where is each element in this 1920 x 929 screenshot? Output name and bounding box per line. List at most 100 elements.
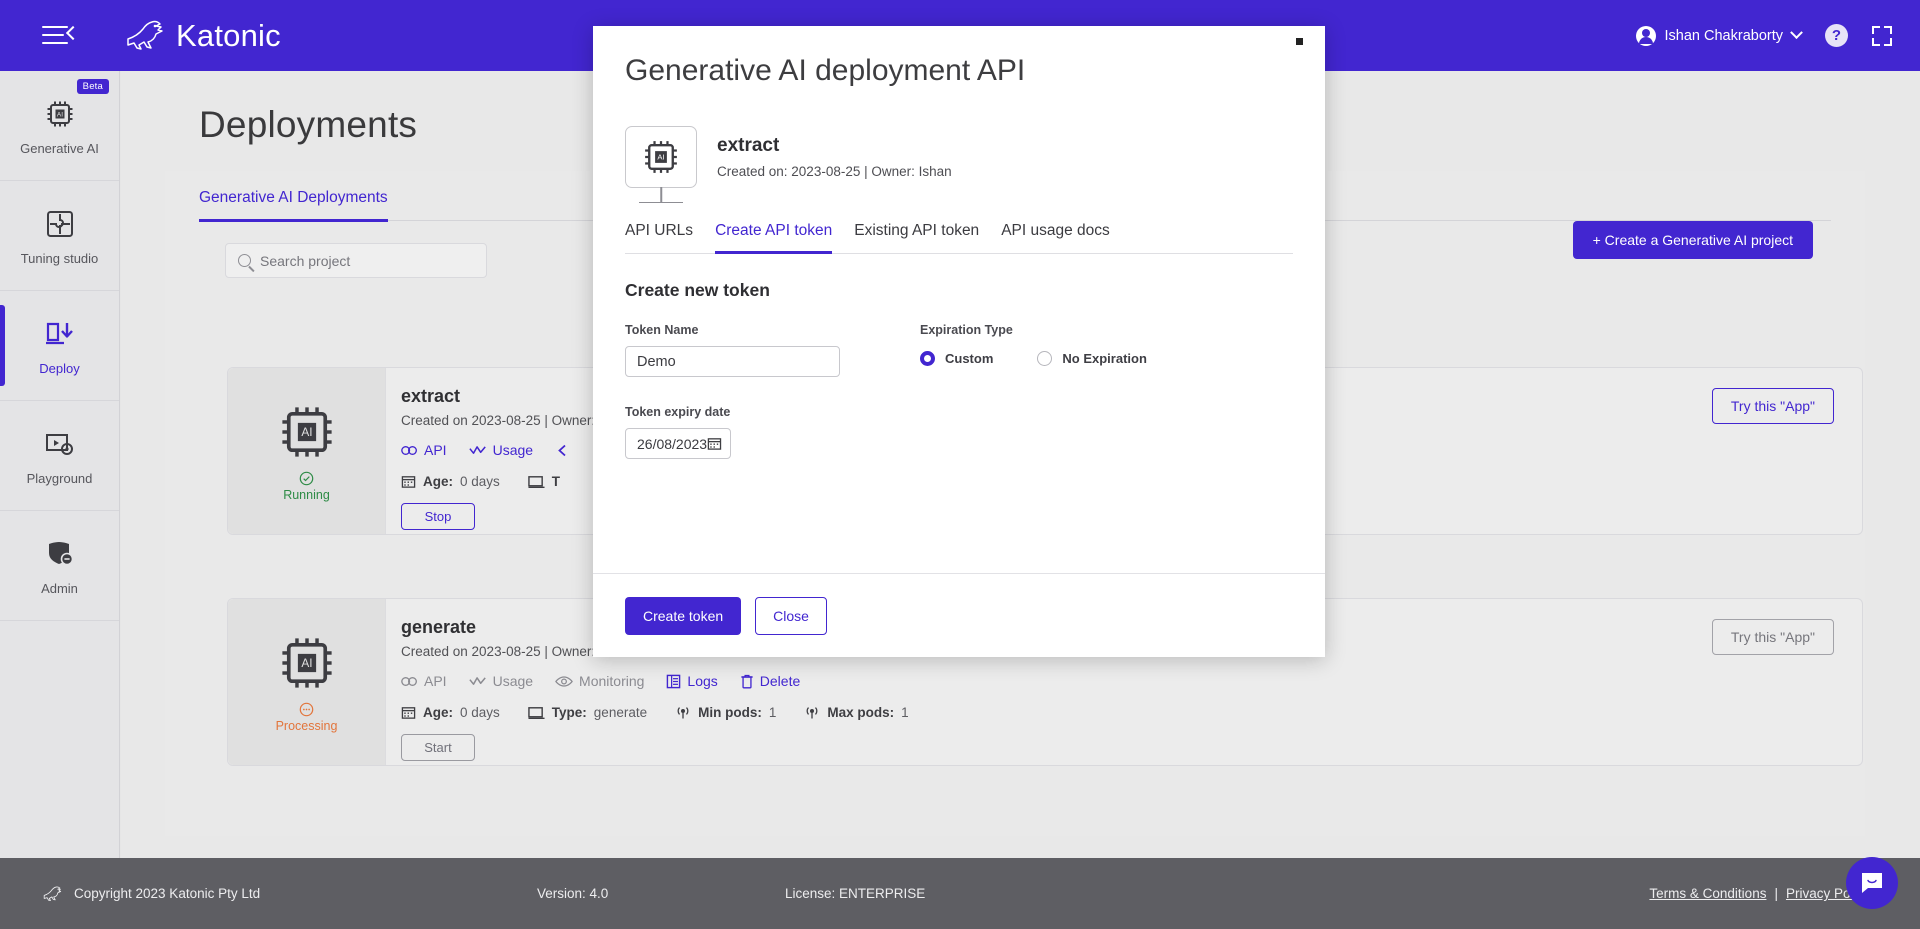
kangaroo-logo-icon [43,885,62,901]
brand-logo-group[interactable]: Katonic [124,18,281,54]
deployment-meta-items: Age: 0 days Type: generate Min pods: 1 M… [401,705,1862,720]
meta-value: 0 days [460,474,500,489]
deployment-action-button[interactable]: Stop [401,503,475,530]
meta-value: 1 [901,705,909,720]
token-name-label: Token Name [625,323,699,337]
modal-app-info: extract Created on: 2023-08-25 | Owner: … [717,135,952,179]
svg-text:AI: AI [56,112,62,119]
sidebar-item-label: Deploy [39,361,80,376]
meta-value: 1 [768,705,777,720]
status-label: Processing [275,718,338,733]
deployment-link-usage[interactable]: Usage [468,442,533,458]
meta-value: 0 days [460,705,500,720]
user-menu[interactable]: Ishan Chakraborty [1635,25,1803,46]
create-generative-ai-project-button[interactable]: + Create a Generative AI project [1572,221,1813,259]
calendar-icon [401,476,416,488]
app-root: Katonic Ishan Chakraborty ? Beta AI Gene… [0,0,1920,929]
status-badge: Running [283,471,330,502]
section-title: Create new token [625,280,770,300]
footer-separator: | [1774,886,1778,901]
token-expiry-label: Token expiry date [625,405,731,419]
deployment-link-more[interactable] [555,444,569,457]
brand-name: Katonic [176,17,281,53]
close-icon[interactable] [1296,38,1303,45]
deployment-link-label: Monitoring [579,673,645,689]
avatar [1635,25,1656,46]
deployment-action-button[interactable]: Start [401,734,475,761]
close-button[interactable]: Close [755,596,827,635]
modal-tabs: API URLs Create API token Existing API t… [625,222,1293,254]
svg-text:AI: AI [301,656,312,670]
deployment-link-delete[interactable]: Delete [740,673,800,689]
check-circle-icon [299,471,314,485]
sidebar-item-tuning-studio[interactable]: Tuning studio [0,181,119,291]
radio-label: No Expiration [1062,351,1147,366]
generative-ai-deployment-api-modal: Generative AI deployment API AI extract … [593,26,1325,657]
create-token-button[interactable]: Create token [625,596,742,635]
monitor-icon [528,475,545,488]
meta-max-pods: Max pods: 1 [804,705,909,720]
deployment-link-api[interactable]: API [401,442,447,458]
tab-create-api-token[interactable]: Create API token [715,222,833,254]
hamburger-collapse-icon[interactable] [42,22,81,50]
meta-type: T [528,474,560,489]
meta-age: Age: 0 days [401,705,500,720]
meta-label: Type: [551,705,587,720]
try-this-app-button[interactable]: Try this "App" [1711,619,1834,655]
deployment-link-logs[interactable]: Logs [666,673,718,689]
meta-label: T [551,474,561,489]
radio-custom[interactable]: Custom [920,351,993,366]
expiration-radio-group: Custom No Expiration [920,351,1147,366]
token-expiry-date-picker[interactable]: 26/08/2023 [625,428,731,459]
token-expiry-group: Token expiry date 26/08/2023 [625,405,1325,459]
tab-api-usage-docs[interactable]: API usage docs [1001,222,1110,254]
top-bar-actions: Ishan Chakraborty ? [1635,24,1892,47]
sidebar-item-admin[interactable]: Admin [0,511,119,621]
footer-license: License: ENTERPRISE [785,886,926,901]
meta-type: Type: generate [528,705,647,720]
terms-and-conditions-link[interactable]: Terms & Conditions [1649,886,1766,901]
fullscreen-icon[interactable] [1872,25,1892,46]
deployment-link-api: API [401,673,447,689]
tab-api-urls[interactable]: API URLs [625,222,693,254]
status-label: Running [283,487,330,502]
app-name: extract [717,135,780,156]
ai-chip-icon: AI [645,141,677,173]
search-project-field[interactable]: Search project [225,243,487,278]
try-this-app-button[interactable]: Try this "App" [1711,388,1834,424]
svg-text:AI: AI [657,153,664,162]
deployment-link-label: Logs [687,673,718,689]
meta-label: Min pods: [698,705,762,720]
app-meta: Created on: 2023-08-25 | Owner: Ishan [717,164,952,179]
trash-icon [741,674,753,688]
usage-chart-icon [468,445,486,454]
meta-label: Max pods: [827,705,895,720]
tab-existing-api-token[interactable]: Existing API token [854,222,979,254]
footer: Copyright 2023 Katonic Pty Ltd Version: … [0,858,1920,929]
sidebar-item-generative-ai[interactable]: Beta AI Generative AI [0,71,119,181]
admin-shield-icon [41,535,79,573]
pods-icon [677,707,689,719]
modal-body: AI extract Created on: 2023-08-25 | Owne… [593,88,1325,573]
modal-footer: Create token Close [593,573,1325,657]
footer-copyright: Copyright 2023 Katonic Pty Ltd [42,885,260,903]
deployment-link-label: API [424,673,447,689]
calendar-icon[interactable] [707,436,722,451]
tab-generative-ai-deployments[interactable]: Generative AI Deployments [199,189,388,222]
radio-unselected-icon [1037,351,1053,366]
token-name-input[interactable] [625,346,840,377]
sidebar-item-playground[interactable]: Playground [0,401,119,511]
meta-value: generate [593,705,648,720]
deployment-link-label: API [424,442,447,458]
token-expiry-value: 26/08/2023 [637,435,708,452]
deployment-link-monitoring: Monitoring [555,673,644,689]
sidebar-item-label: Generative AI [20,141,99,156]
chat-bubble-icon[interactable] [1846,857,1898,909]
radio-no-expiration[interactable]: No Expiration [1037,351,1147,366]
question-mark-icon[interactable]: ? [1825,24,1848,47]
kangaroo-logo-icon [127,20,163,50]
sidebar-item-label: Admin [41,581,78,596]
sidebar-item-deploy[interactable]: Deploy [0,291,119,401]
footer-links: Terms & Conditions | Privacy Policy [1649,886,1870,901]
status-badge: Processing [275,702,338,733]
